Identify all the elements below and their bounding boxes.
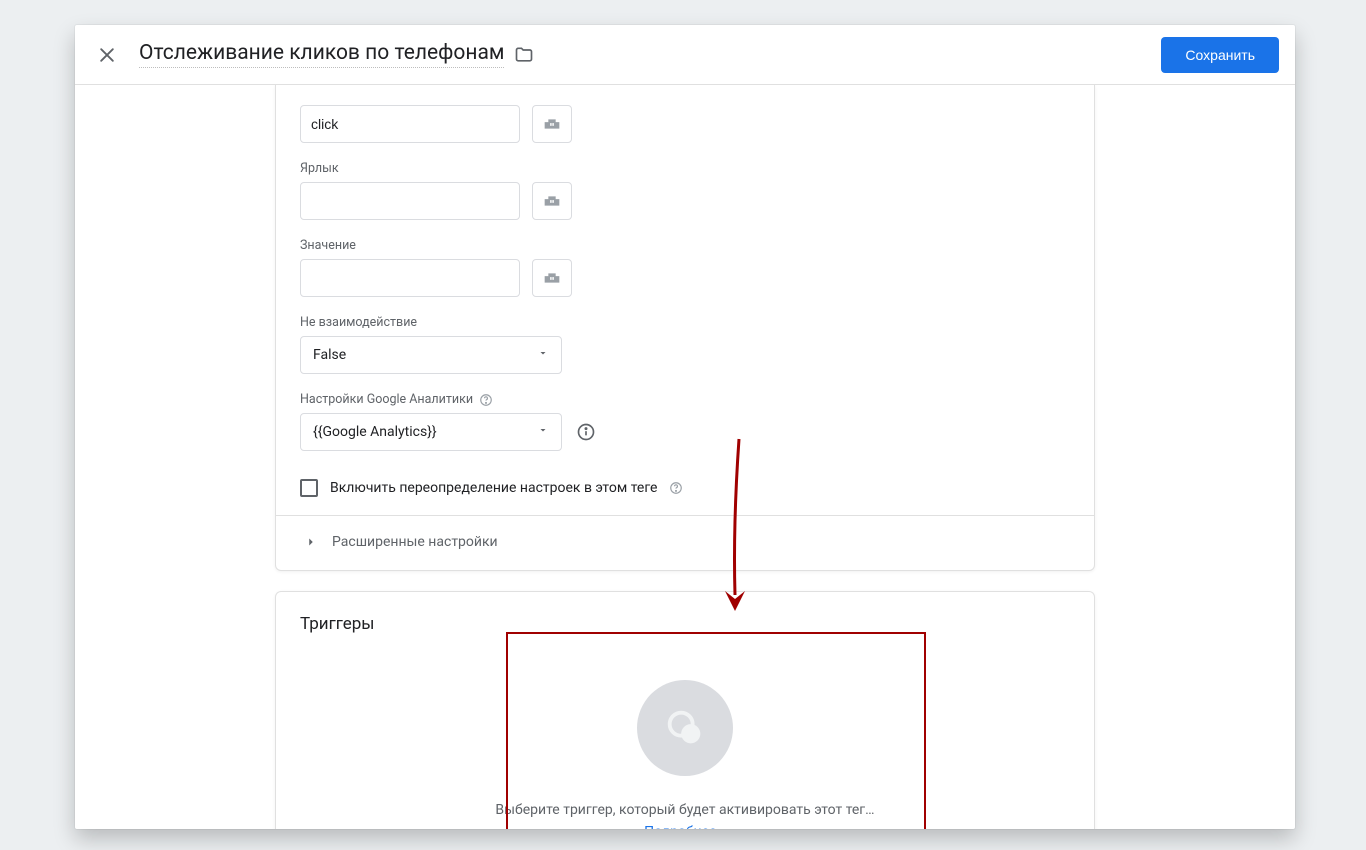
noninteraction-label: Не взаимодействие: [300, 315, 1070, 330]
action-input[interactable]: [300, 105, 520, 143]
tag-title[interactable]: Отслеживание кликов по телефонам: [139, 41, 504, 68]
variable-brick-icon: [541, 113, 563, 135]
field-action: [300, 105, 1070, 143]
triggers-learn-more-link[interactable]: Подробнее…: [475, 824, 895, 829]
field-value: Значение: [300, 238, 1070, 297]
add-trigger-button[interactable]: [637, 680, 733, 776]
tag-editor-dialog: Отслеживание кликов по телефонам Сохрани…: [75, 25, 1295, 829]
action-variable-button[interactable]: [532, 105, 572, 143]
label-label: Ярлык: [300, 161, 1070, 176]
value-variable-button[interactable]: [532, 259, 572, 297]
override-settings-checkbox[interactable]: [300, 479, 318, 497]
close-icon: [97, 45, 117, 65]
variable-brick-icon: [541, 267, 563, 289]
close-button[interactable]: [83, 31, 131, 79]
triggers-empty-state: Выберите триггер, который будет активиро…: [475, 640, 895, 829]
noninteraction-value: False: [313, 347, 346, 363]
label-variable-button[interactable]: [532, 182, 572, 220]
triggers-title: Триггеры: [300, 614, 1070, 634]
value-label: Значение: [300, 238, 1070, 253]
help-icon[interactable]: [669, 481, 683, 495]
ga-settings-label: Настройки Google Аналитики: [300, 392, 1070, 407]
save-button[interactable]: Сохранить: [1161, 37, 1279, 73]
dialog-body: Ярлык Значение: [75, 85, 1295, 829]
field-label: Ярлык: [300, 161, 1070, 220]
help-icon[interactable]: [479, 393, 493, 407]
advanced-settings-label: Расширенные настройки: [332, 534, 498, 550]
chevron-down-icon: [537, 424, 549, 440]
folder-icon[interactable]: [514, 45, 534, 65]
trigger-placeholder-icon: [662, 705, 708, 751]
label-input[interactable]: [300, 182, 520, 220]
variable-brick-icon: [541, 190, 563, 212]
override-settings-label: Включить переопределение настроек в этом…: [330, 480, 657, 496]
tag-configuration-card: Ярлык Значение: [275, 85, 1095, 571]
value-input[interactable]: [300, 259, 520, 297]
override-settings-row: Включить переопределение настроек в этом…: [300, 469, 1070, 515]
advanced-settings-toggle[interactable]: Расширенные настройки: [300, 516, 1070, 570]
field-noninteraction: Не взаимодействие False: [300, 315, 1070, 374]
info-icon[interactable]: [574, 420, 598, 444]
chevron-down-icon: [537, 347, 549, 363]
ga-settings-value: {{Google Analytics}}: [313, 424, 437, 440]
triggers-card[interactable]: Триггеры Выберите триггер, который будет…: [275, 591, 1095, 829]
dialog-header: Отслеживание кликов по телефонам Сохрани…: [75, 25, 1295, 85]
noninteraction-select[interactable]: False: [300, 336, 562, 374]
chevron-right-icon: [304, 535, 318, 549]
ga-settings-select[interactable]: {{Google Analytics}}: [300, 413, 562, 451]
triggers-empty-text: Выберите триггер, который будет активиро…: [475, 802, 895, 818]
field-ga-settings: Настройки Google Аналитики {{Google Anal…: [300, 392, 1070, 451]
